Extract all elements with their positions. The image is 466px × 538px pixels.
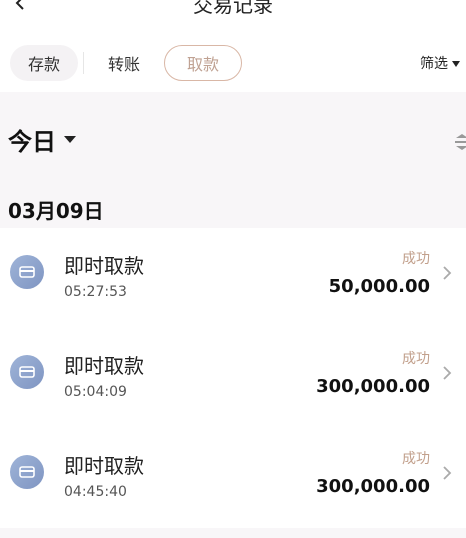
transaction-time: 04:45:40 [64, 484, 127, 500]
transaction-amount: 300,000.00 [316, 476, 430, 497]
tab-deposit[interactable]: 存款 [10, 45, 78, 81]
chevron-right-icon [443, 466, 452, 480]
list-item[interactable]: 即时取款 04:45:40 成功 300,000.00 [0, 428, 466, 528]
tab-divider [83, 52, 84, 74]
status-badge: 成功 [402, 451, 430, 467]
caret-down-icon [452, 61, 460, 67]
tab-withdraw[interactable]: 取款 [164, 45, 242, 81]
tab-bar: 存款 转账 取款 筛选 [0, 44, 466, 82]
page-title: 交易记录 [193, 0, 273, 17]
back-button[interactable] [8, 0, 32, 20]
transaction-time: 05:27:53 [64, 284, 127, 300]
transaction-name: 即时取款 [64, 254, 144, 278]
transaction-name: 即时取款 [64, 454, 144, 478]
card-icon [10, 455, 44, 489]
page-header: 交易记录 [0, 0, 466, 20]
date-group-header: 03月09日 [8, 199, 104, 223]
status-badge: 成功 [402, 351, 430, 367]
chevron-right-icon [443, 266, 452, 280]
transaction-amount: 300,000.00 [316, 376, 430, 397]
sort-icon[interactable] [452, 132, 466, 152]
chevron-right-icon [443, 366, 452, 380]
status-badge: 成功 [402, 251, 430, 267]
transaction-name: 即时取款 [64, 354, 144, 378]
card-icon [10, 255, 44, 289]
filter-button[interactable]: 筛选 [420, 50, 460, 76]
transaction-list: 即时取款 05:27:53 成功 50,000.00 即时取款 05:04:09… [0, 228, 466, 528]
list-item[interactable]: 即时取款 05:27:53 成功 50,000.00 [0, 228, 466, 328]
transaction-amount: 50,000.00 [328, 276, 430, 297]
chevron-left-icon [15, 0, 24, 10]
card-icon [10, 355, 44, 389]
caret-down-icon [64, 136, 76, 143]
period-selector[interactable]: 今日 [8, 122, 76, 157]
tab-transfer[interactable]: 转账 [90, 45, 158, 81]
transaction-content: 今日 03月09日 即时取款 05:27:53 成功 50,000.00 即时取 [0, 92, 466, 538]
transaction-time: 05:04:09 [64, 384, 127, 400]
filter-label: 筛选 [420, 56, 448, 72]
period-label: 今日 [8, 128, 56, 156]
list-item[interactable]: 即时取款 05:04:09 成功 300,000.00 [0, 328, 466, 428]
